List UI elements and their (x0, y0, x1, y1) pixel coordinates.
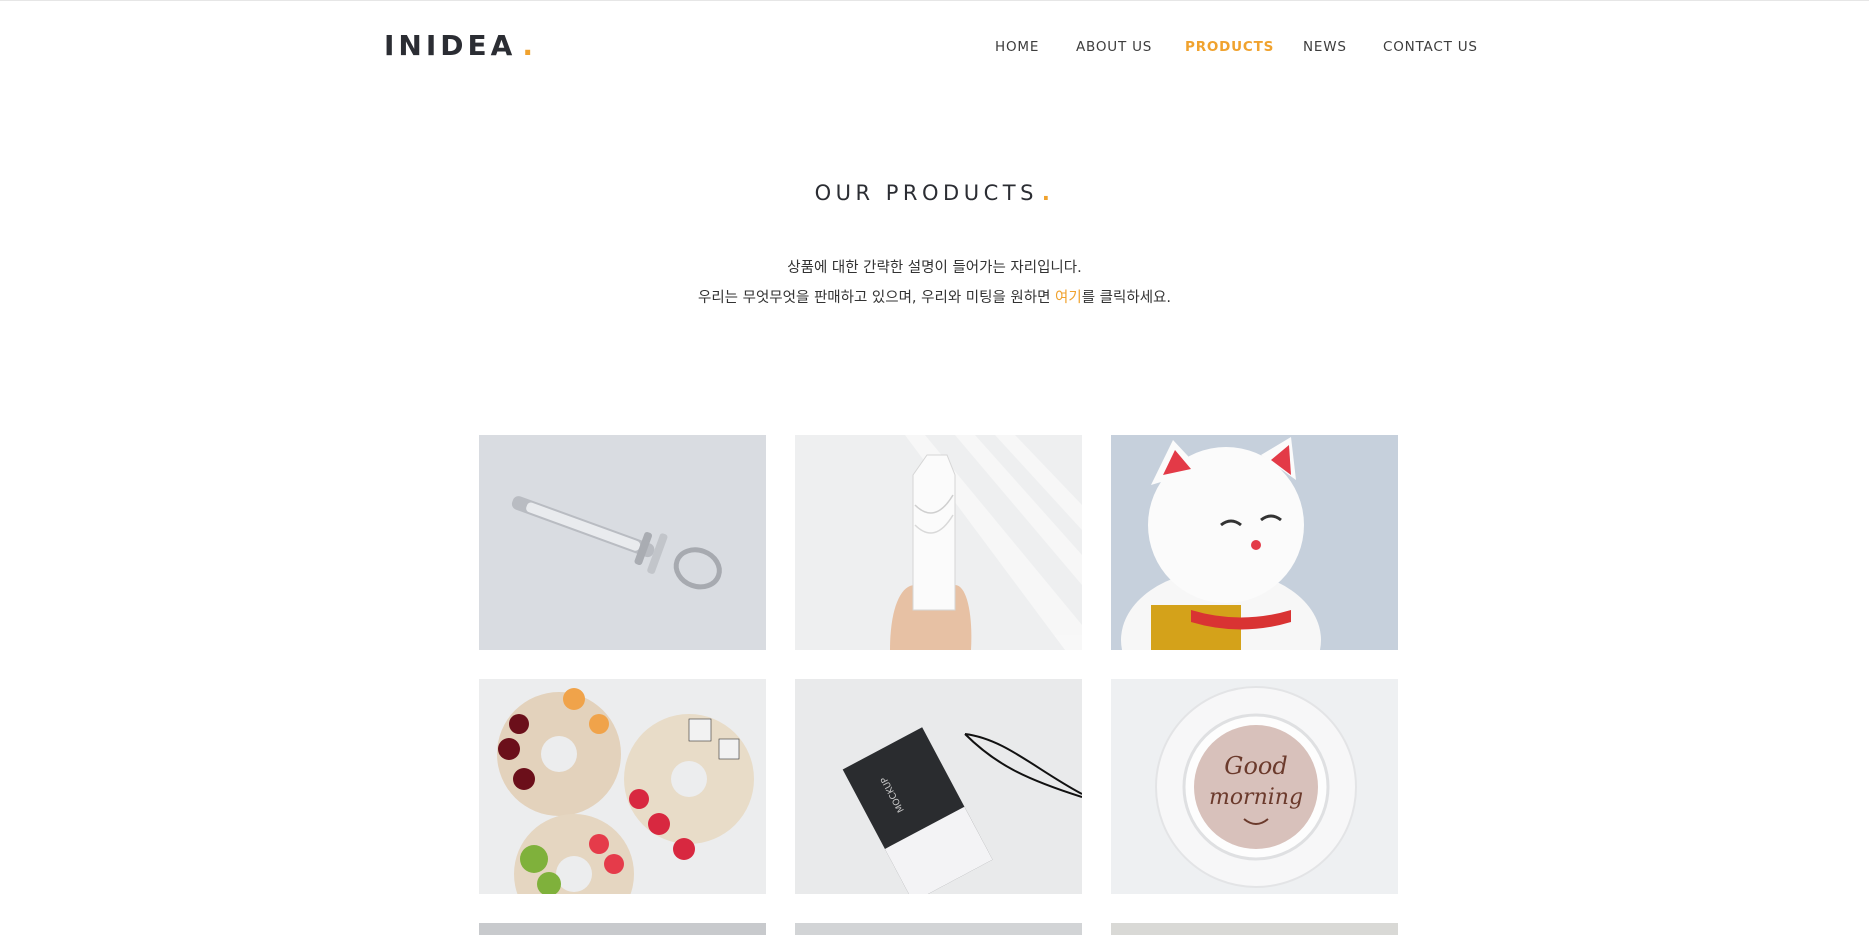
main-nav: HOME ABOUT US PRODUCTS NEWS CONTACT US (0, 39, 1869, 59)
product-tile-milk-carton[interactable] (795, 435, 1082, 650)
latte-text-2: morning (1209, 785, 1303, 810)
section-title: OUR PRODUCTS. (0, 181, 1869, 205)
nav-products[interactable]: PRODUCTS (1185, 39, 1274, 55)
product-tile-syringe[interactable] (479, 435, 766, 650)
latte-art-photo-icon: Good morning (1111, 679, 1398, 894)
nav-about-us[interactable]: ABOUT US (1076, 39, 1152, 55)
nav-home[interactable]: HOME (995, 39, 1039, 55)
section-title-dot: . (1041, 181, 1055, 205)
latte-text-1: Good (1224, 752, 1287, 780)
lucky-cat-photo-icon (1111, 435, 1398, 650)
product-tile-partial-1[interactable] (479, 923, 766, 935)
hang-tag-photo-icon: MOCKUP (795, 679, 1082, 894)
section-title-text: OUR PRODUCTS (814, 181, 1038, 205)
product-tile-hang-tag[interactable]: MOCKUP (795, 679, 1082, 894)
product-tile-latte[interactable]: Good morning (1111, 679, 1398, 894)
product-tile-fruit-bagel[interactable] (479, 679, 766, 894)
nav-news[interactable]: NEWS (1303, 39, 1347, 55)
milk-carton-photo-icon (795, 435, 1082, 650)
product-tile-lucky-cat[interactable] (1111, 435, 1398, 650)
fruit-bagel-photo-icon (479, 679, 766, 894)
page: INIDEA. HOME ABOUT US PRODUCTS NEWS CONT… (0, 0, 1869, 935)
meeting-link[interactable]: 여기 (1055, 290, 1082, 306)
desc-text-after: 를 클릭하세요. (1081, 290, 1171, 306)
syringe-photo-icon (479, 435, 766, 650)
section-description-line2: 우리는 무엇무엇을 판매하고 있으며, 우리와 미팅을 원하면 여기를 클릭하세… (0, 286, 1869, 307)
product-tile-partial-2[interactable] (795, 923, 1082, 935)
nav-contact-us[interactable]: CONTACT US (1383, 39, 1478, 55)
desc-text-before: 우리는 무엇무엇을 판매하고 있으며, 우리와 미팅을 원하면 (698, 290, 1056, 306)
product-tile-partial-3[interactable] (1111, 923, 1398, 935)
section-description-line1: 상품에 대한 간략한 설명이 들어가는 자리입니다. (787, 260, 1082, 276)
